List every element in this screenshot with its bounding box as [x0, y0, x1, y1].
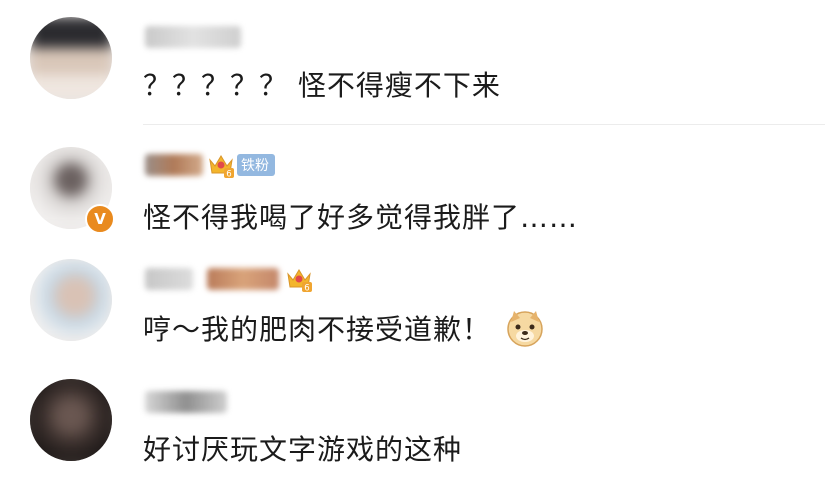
- comment-item: ？？？？？ 怪不得瘦不下来: [0, 0, 825, 118]
- comment-text: 好讨厌玩文字游戏的这种: [143, 433, 463, 466]
- comment-text-content: 哼～我的肥肉不接受道歉！: [143, 313, 492, 346]
- avatar-blurred-image: [30, 17, 112, 99]
- avatar-blurred-image: [30, 379, 112, 461]
- crown-level-icon: 6: [207, 151, 235, 180]
- crown-level-label: 6: [226, 170, 231, 180]
- comment-text: 怪不得我喝了好多觉得我胖了……: [143, 201, 579, 234]
- username-blurred: [145, 154, 203, 176]
- username-blurred: [145, 268, 193, 290]
- avatar-blurred-image: [30, 259, 112, 341]
- username-blurred[interactable]: [145, 22, 241, 52]
- doge-emoji-icon: [505, 308, 545, 348]
- crown-level-label: 6: [304, 284, 309, 294]
- crown-level-icon: 6: [285, 265, 313, 294]
- comment-item: 6 哼～我的肥肉不接受道歉！: [0, 252, 825, 362]
- username-blurred: [207, 268, 279, 290]
- comment-item: V 6 铁粉 怪不得我喝了好多觉得我胖了……: [0, 140, 825, 250]
- verified-badge-icon: V: [85, 204, 115, 234]
- divider: [143, 124, 825, 125]
- avatar[interactable]: [30, 259, 112, 341]
- username-blurred[interactable]: [145, 387, 227, 417]
- comment-text: ？？？？？ 怪不得瘦不下来: [143, 69, 501, 102]
- avatar[interactable]: [30, 17, 112, 99]
- comment-text: 哼～我的肥肉不接受道歉！: [143, 308, 545, 351]
- fan-badge: 铁粉: [237, 154, 275, 176]
- comment-item: 好讨厌玩文字游戏的这种: [0, 365, 825, 479]
- username[interactable]: 6 铁粉: [145, 150, 275, 180]
- username[interactable]: 6: [145, 264, 313, 294]
- avatar[interactable]: [30, 379, 112, 461]
